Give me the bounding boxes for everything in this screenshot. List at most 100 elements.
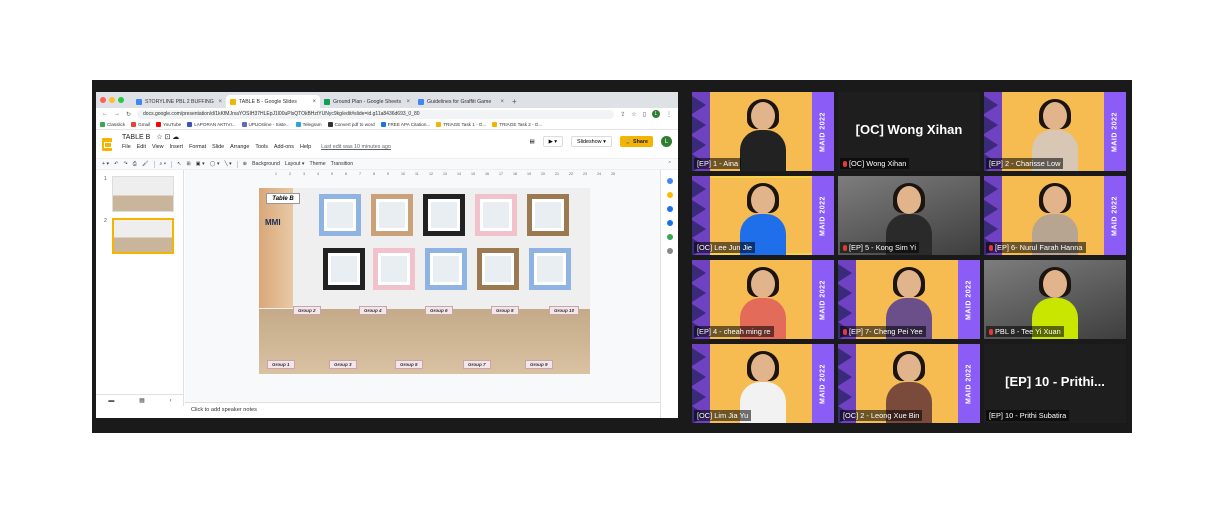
participant-tile[interactable]: MAID 2022 [EP] 6- Nurul Farah Hanna bbox=[984, 176, 1126, 255]
speaker-notes[interactable]: Click to add speaker notes bbox=[185, 402, 660, 418]
slide-title[interactable]: Table B bbox=[266, 193, 300, 204]
participant-tile[interactable]: [OC] Wong Xihan [OC] Wong Xihan bbox=[838, 92, 980, 171]
group-tag[interactable]: Group 4 bbox=[359, 306, 387, 315]
group-tag[interactable]: Group 7 bbox=[463, 360, 491, 369]
bookmark-item[interactable]: FREE APA Citation... bbox=[380, 122, 430, 127]
browser-tab[interactable]: Guidelines for Graffiti Game × bbox=[414, 95, 508, 108]
browser-tab[interactable]: Ground Plan - Google Sheets × bbox=[320, 95, 414, 108]
move-folder-icon[interactable]: ⊡ bbox=[164, 134, 170, 141]
poster-frame[interactable] bbox=[425, 248, 467, 290]
bookmark-item[interactable]: Telegram bbox=[295, 122, 322, 127]
calendar-icon[interactable] bbox=[666, 178, 673, 184]
reload-icon[interactable]: ↻ bbox=[126, 111, 131, 118]
sidebar-icon[interactable]: ▯ bbox=[643, 111, 646, 118]
redo-icon[interactable]: ↷ bbox=[123, 161, 127, 167]
participant-tile[interactable]: PBL 8 - Tee Yi Xuan bbox=[984, 260, 1126, 339]
forward-icon[interactable]: → bbox=[114, 111, 120, 117]
share-page-icon[interactable]: ⇪ bbox=[620, 111, 625, 118]
star-doc-icon[interactable]: ☆ bbox=[156, 134, 162, 141]
collapse-toolbar-icon[interactable]: ⌃ bbox=[668, 161, 672, 167]
maximize-window-button[interactable] bbox=[118, 97, 124, 103]
participant-tile[interactable]: MAID 2022 [EP] 4 - cheah ming re bbox=[692, 260, 834, 339]
more-icon[interactable]: ⋮ bbox=[666, 111, 672, 118]
slide-thumbnail-2[interactable] bbox=[112, 218, 174, 254]
layout-button[interactable]: Layout ▾ bbox=[285, 161, 305, 167]
maps-icon[interactable] bbox=[666, 234, 673, 240]
group-tag[interactable]: Group 8 bbox=[491, 306, 519, 315]
filmstrip-view-icon[interactable]: ▬ bbox=[108, 398, 114, 404]
group-tag[interactable]: Group 9 bbox=[525, 360, 553, 369]
poster-frame[interactable] bbox=[475, 194, 517, 236]
participant-tile[interactable]: MAID 2022 [EP] 2 - Charisse Low bbox=[984, 92, 1126, 171]
participant-tile[interactable]: [EP] 5 - Kong Sim Yi bbox=[838, 176, 980, 255]
browser-tab[interactable]: STORYLINE PBL 2 BUFFING × bbox=[132, 95, 226, 108]
bookmark-item[interactable]: UPUOnline - Siste... bbox=[241, 122, 290, 127]
participant-tile[interactable]: [EP] 10 - Prithi... [EP] 10 - Prithi Suba… bbox=[984, 344, 1126, 423]
poster-frame[interactable] bbox=[323, 248, 365, 290]
participant-tile[interactable]: MAID 2022 [EP] 7- Cheng Pei Yee bbox=[838, 260, 980, 339]
poster-frame[interactable] bbox=[477, 248, 519, 290]
bookmark-item[interactable]: YouTube bbox=[156, 122, 181, 127]
textbox-icon[interactable]: ⊞ bbox=[186, 161, 190, 167]
menu-item-insert[interactable]: Insert bbox=[170, 144, 183, 150]
line-icon[interactable]: ╲ ▾ bbox=[225, 161, 232, 167]
tab-close-icon[interactable]: × bbox=[218, 99, 222, 105]
print-icon[interactable]: ⎙ bbox=[133, 161, 137, 168]
tab-close-icon[interactable]: × bbox=[312, 99, 316, 105]
url-field[interactable]: docs.google.com/presentation/d/1kKfMJrxa… bbox=[137, 109, 615, 119]
comment-add-icon[interactable]: ⊕ bbox=[243, 161, 247, 167]
participant-tile[interactable]: MAID 2022 [OC] 2 - Leong Xue Bin bbox=[838, 344, 980, 423]
bookmark-item[interactable]: TRIAGE Task 2 - G... bbox=[492, 122, 542, 127]
grid-view-icon[interactable]: ▦ bbox=[139, 397, 145, 404]
poster-frame[interactable] bbox=[423, 194, 465, 236]
comments-icon[interactable]: ▤ bbox=[530, 139, 535, 145]
minimize-window-button[interactable] bbox=[109, 97, 115, 103]
transition-button[interactable]: Transition bbox=[331, 161, 354, 167]
contacts-icon[interactable] bbox=[666, 220, 673, 226]
poster-frame[interactable] bbox=[373, 248, 415, 290]
menu-item-edit[interactable]: Edit bbox=[137, 144, 146, 150]
menu-item-arrange[interactable]: Arrange bbox=[230, 144, 249, 150]
group-tag[interactable]: Group 10 bbox=[549, 306, 580, 315]
group-tag[interactable]: Group 2 bbox=[293, 306, 321, 315]
bookmark-item[interactable]: LAPORAN AKTIVI... bbox=[187, 122, 236, 127]
slideshow-button[interactable]: Slideshow ▾ bbox=[571, 136, 612, 147]
bookmark-item[interactable]: Convert pdf to word bbox=[327, 122, 375, 127]
background-button[interactable]: Background bbox=[252, 161, 280, 167]
undo-icon[interactable]: ↶ bbox=[114, 161, 118, 167]
keep-icon[interactable] bbox=[666, 192, 673, 198]
poster-frame[interactable] bbox=[529, 248, 571, 290]
star-icon[interactable]: ☆ bbox=[631, 111, 636, 118]
menu-item-slide[interactable]: Slide bbox=[212, 144, 224, 150]
bookmark-item[interactable]: Gmail bbox=[131, 122, 150, 127]
last-edit-link[interactable]: Last edit was 10 minutes ago bbox=[321, 144, 391, 150]
paint-format-icon[interactable]: 🖌 bbox=[142, 161, 149, 167]
bookmark-item[interactable]: TRIAGE Task 1 - G... bbox=[436, 122, 486, 127]
profile-avatar[interactable]: L bbox=[652, 110, 660, 118]
participant-tile[interactable]: MAID 2022 [EP] 1 - Aina bbox=[692, 92, 834, 171]
account-avatar[interactable]: L bbox=[661, 136, 672, 147]
menu-item-add-ons[interactable]: Add-ons bbox=[274, 144, 294, 150]
new-slide-icon[interactable]: + ▾ bbox=[102, 161, 109, 167]
menu-item-format[interactable]: Format bbox=[189, 144, 206, 150]
zoom-icon[interactable]: ⌕ ▾ bbox=[160, 161, 167, 168]
shape-icon[interactable]: ◯ ▾ bbox=[210, 161, 220, 167]
theme-button[interactable]: Theme bbox=[309, 161, 325, 167]
back-icon[interactable]: ← bbox=[102, 111, 108, 117]
menu-item-tools[interactable]: Tools bbox=[255, 144, 268, 150]
meet-icon[interactable]: ▶ ▾ bbox=[542, 136, 563, 147]
bookmark-item[interactable]: Classlick bbox=[100, 122, 125, 127]
participant-tile[interactable]: MAID 2022 [OC] Lee Jun Jie bbox=[692, 176, 834, 255]
new-tab-button[interactable]: + bbox=[508, 95, 521, 108]
slide-canvas[interactable]: Table B MMI Group 2 Group 4 Group 6 Grou… bbox=[259, 188, 590, 374]
group-tag[interactable]: Group 5 bbox=[395, 360, 423, 369]
slides-logo-icon[interactable] bbox=[102, 137, 112, 151]
group-tag[interactable]: Group 6 bbox=[425, 306, 453, 315]
tab-close-icon[interactable]: × bbox=[406, 99, 410, 105]
poster-frame[interactable] bbox=[319, 194, 361, 236]
group-tag[interactable]: Group 3 bbox=[329, 360, 357, 369]
slide-thumbnail-1[interactable] bbox=[112, 176, 174, 212]
tab-close-icon[interactable]: × bbox=[500, 99, 504, 105]
group-tag[interactable]: Group 1 bbox=[267, 360, 295, 369]
menu-item-help[interactable]: Help bbox=[300, 144, 311, 150]
